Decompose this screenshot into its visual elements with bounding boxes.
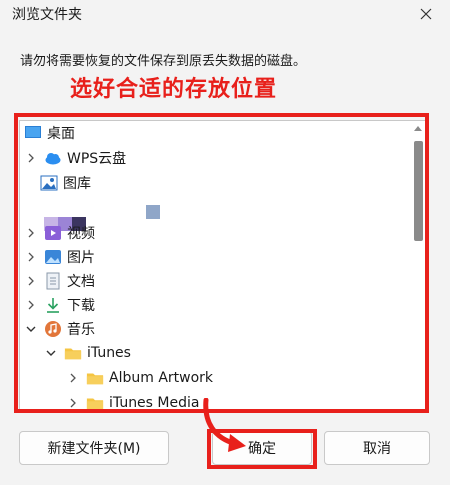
- desktop-icon: [24, 124, 42, 142]
- tree-item-itunes[interactable]: iTunes: [44, 341, 131, 365]
- tree-item-label: Album Artwork: [109, 370, 214, 386]
- chevron-down-icon[interactable]: [24, 322, 38, 336]
- tree-item-desktop[interactable]: 桌面: [24, 121, 75, 145]
- tree-item-music[interactable]: 音乐: [24, 317, 95, 341]
- tree-item-wps[interactable]: WPS云盘: [24, 146, 126, 170]
- document-icon: [44, 272, 62, 290]
- scroll-up-arrow-icon[interactable]: [414, 126, 422, 131]
- cancel-button[interactable]: 取消: [324, 431, 430, 465]
- music-icon: [44, 320, 62, 338]
- tree-item-label: iTunes: [87, 345, 131, 361]
- annotation-text: 选好合适的存放位置: [70, 77, 278, 102]
- close-icon: [420, 8, 432, 20]
- pixelated-patch: [146, 205, 160, 219]
- folder-tree[interactable]: 桌面 WPS云盘 图库 视频 图片 文档 下载 音乐 iTunes Album …: [19, 120, 427, 412]
- tree-item-downloads[interactable]: 下载: [24, 293, 95, 317]
- chevron-right-icon[interactable]: [24, 298, 38, 312]
- folder-icon: [86, 394, 104, 411]
- picture-icon: [44, 248, 62, 266]
- chevron-right-icon[interactable]: [24, 226, 38, 240]
- tree-item-label: 音乐: [67, 322, 95, 338]
- cloud-icon: [44, 149, 62, 167]
- instruction-text: 请勿将需要恢复的文件保存到原丢失数据的磁盘。: [20, 54, 307, 69]
- chevron-right-icon[interactable]: [24, 151, 38, 165]
- title-bar: 浏览文件夹: [0, 0, 450, 28]
- window-title: 浏览文件夹: [12, 7, 82, 23]
- tree-item-label: iTunes Media: [109, 395, 200, 411]
- download-icon: [44, 296, 62, 314]
- vertical-scrollbar[interactable]: [410, 121, 426, 411]
- chevron-down-icon[interactable]: [44, 346, 58, 360]
- scrollbar-thumb[interactable]: [414, 141, 423, 241]
- tree-item-gallery[interactable]: 图库: [40, 171, 91, 195]
- chevron-right-icon[interactable]: [24, 250, 38, 264]
- tree-item-label: 下载: [67, 298, 95, 314]
- chevron-right-icon[interactable]: [66, 396, 80, 410]
- gallery-icon: [40, 174, 58, 192]
- new-folder-button[interactable]: 新建文件夹(M): [19, 431, 169, 465]
- tree-item-label: WPS云盘: [67, 151, 127, 167]
- tree-item-label: 视频: [67, 226, 95, 242]
- tree-item-label: 桌面: [47, 126, 75, 142]
- tree-item-label: 文档: [67, 274, 95, 290]
- red-arrow-icon: [203, 398, 246, 452]
- close-button[interactable]: [408, 0, 444, 28]
- tree-item-itunes-media[interactable]: iTunes Media: [66, 391, 200, 411]
- chevron-right-icon[interactable]: [24, 274, 38, 288]
- tree-item-documents[interactable]: 文档: [24, 269, 95, 293]
- folder-icon: [64, 344, 82, 362]
- video-icon: [44, 224, 62, 242]
- tree-item-label: 图库: [63, 176, 91, 192]
- tree-item-album-artwork[interactable]: Album Artwork: [66, 366, 213, 390]
- folder-icon: [86, 369, 104, 387]
- tree-item-label: 图片: [67, 250, 95, 266]
- tree-item-video[interactable]: 视频: [24, 221, 95, 245]
- tree-item-pictures[interactable]: 图片: [24, 245, 95, 269]
- chevron-right-icon[interactable]: [66, 371, 80, 385]
